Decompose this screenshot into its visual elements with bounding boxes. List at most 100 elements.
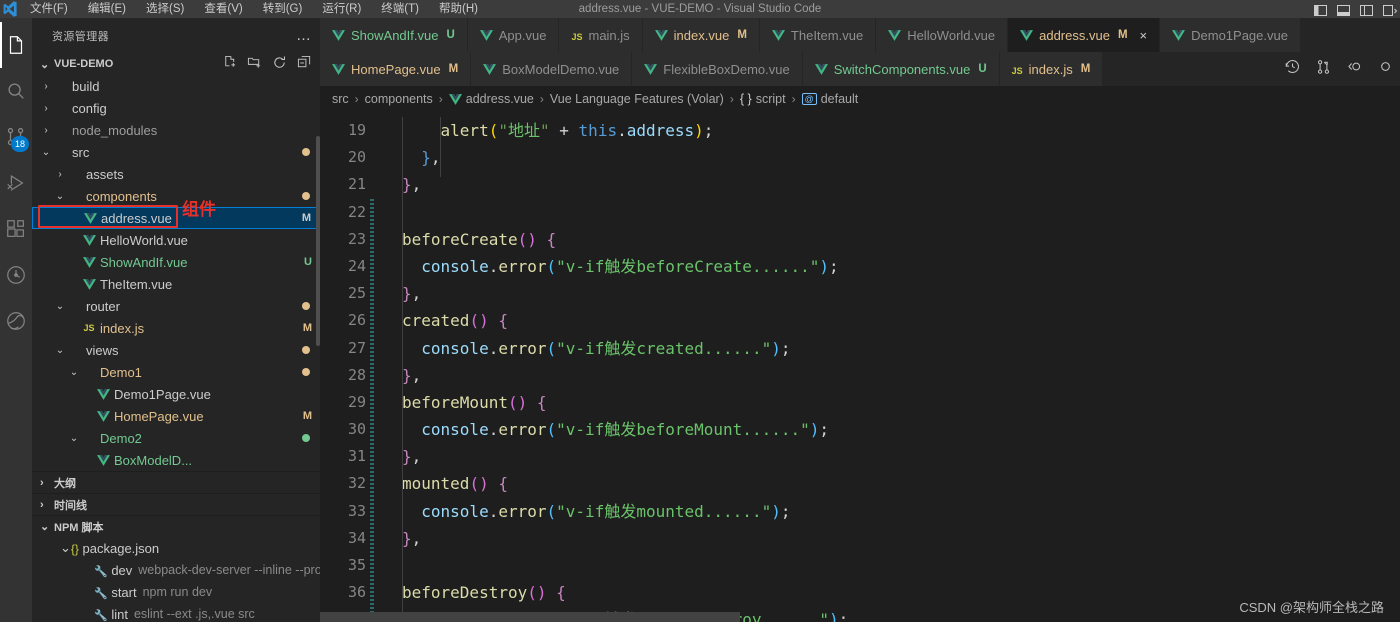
breadcrumb-item-2[interactable]: address.vue: [448, 92, 534, 106]
breadcrumb-item-1[interactable]: components: [365, 92, 433, 106]
tree-item-build[interactable]: › build: [32, 75, 320, 97]
tab-theitem-vue[interactable]: TheItem.vue: [759, 18, 877, 52]
explorer-more-icon[interactable]: …: [296, 27, 312, 44]
tree-item-assets[interactable]: › assets: [32, 163, 320, 185]
tree-item-boxmodeld[interactable]: BoxModelD...: [32, 449, 320, 471]
new-folder-icon[interactable]: [247, 55, 262, 73]
breadcrumb-item-4[interactable]: { } script: [740, 92, 786, 106]
tab-row-2[interactable]: HomePage.vue M BoxModelDemo.vue FlexibleBox…: [320, 52, 1400, 86]
tree-item-helloworld-vue[interactable]: HelloWorld.vue: [32, 229, 320, 251]
tree-item-address-vue[interactable]: address.vue M: [32, 207, 320, 229]
collapse-all-icon[interactable]: [297, 55, 312, 73]
tree-item-demo1[interactable]: ⌄ Demo1: [32, 361, 320, 383]
tree-item-node-modules[interactable]: › node_modules: [32, 119, 320, 141]
code-line[interactable]: console.error("v-if触发beforeCreate......"…: [402, 253, 1400, 280]
npm-package-json[interactable]: ⌄{} package.json: [32, 537, 320, 559]
menu-view[interactable]: 查看(V): [194, 0, 252, 18]
code-line[interactable]: },: [402, 144, 1400, 171]
activity-browser[interactable]: [0, 298, 32, 344]
tree-item-theitem-vue[interactable]: TheItem.vue: [32, 273, 320, 295]
tree-item-components[interactable]: ⌄ components: [32, 185, 320, 207]
activity-extensions[interactable]: [0, 206, 32, 252]
tree-item-demo2[interactable]: ⌄ Demo2: [32, 427, 320, 449]
horizontal-scrollbar[interactable]: [320, 612, 740, 622]
code-line[interactable]: },: [402, 280, 1400, 307]
tab-app-vue[interactable]: App.vue: [467, 18, 560, 52]
code-line[interactable]: console.error("v-if触发beforeMount......")…: [402, 416, 1400, 443]
code-line[interactable]: beforeDestroy() {: [402, 579, 1400, 606]
tab-boxmodeldemo-vue[interactable]: BoxModelDemo.vue: [471, 52, 633, 86]
code-line[interactable]: },: [402, 525, 1400, 552]
code-line[interactable]: alert("地址" + this.address);: [402, 117, 1400, 144]
code-line[interactable]: [402, 199, 1400, 226]
history-icon[interactable]: [1284, 58, 1301, 80]
code-editor[interactable]: 19202122232425262728293031323334353637 a…: [320, 112, 1400, 622]
menu-run[interactable]: 运行(R): [312, 0, 371, 18]
panel-header-1[interactable]: › 时间线: [32, 493, 320, 515]
tree-item-showandif-vue[interactable]: ShowAndIf.vue U: [32, 251, 320, 273]
code-line[interactable]: beforeMount() {: [402, 389, 1400, 416]
layout-editor-icon[interactable]: [1360, 3, 1373, 16]
tab-index-js[interactable]: JS index.js M: [999, 52, 1104, 86]
tree-item-demo1page-vue[interactable]: Demo1Page.vue: [32, 383, 320, 405]
activity-source-control[interactable]: 18: [0, 114, 32, 160]
layout-sidebar-icon[interactable]: [1337, 3, 1350, 16]
more-actions-icon[interactable]: [1377, 58, 1394, 80]
code-line[interactable]: mounted() {: [402, 470, 1400, 497]
menu-edit[interactable]: 编辑(E): [78, 0, 136, 18]
tree-item-config[interactable]: › config: [32, 97, 320, 119]
tree-item-views[interactable]: ⌄ views: [32, 339, 320, 361]
panel-header-0[interactable]: › 大纲: [32, 471, 320, 493]
breadcrumb-item-5[interactable]: @ default: [801, 92, 858, 106]
menu-file[interactable]: 文件(F): [20, 0, 78, 18]
menu-select[interactable]: 选择(S): [136, 0, 194, 18]
project-root-header[interactable]: ⌄ VUE-DEMO: [32, 53, 320, 75]
menu-terminal[interactable]: 终端(T): [371, 0, 429, 18]
code-line[interactable]: },: [402, 443, 1400, 470]
tab-switchcomponents-vue[interactable]: SwitchComponents.vue U: [802, 52, 1000, 86]
fold-column[interactable]: [386, 112, 402, 622]
menu-bar[interactable]: 文件(F) 编辑(E) 选择(S) 查看(V) 转到(G) 运行(R) 终端(T…: [20, 0, 488, 18]
tree-item-src[interactable]: ⌄ src: [32, 141, 320, 163]
layout-panel-icon[interactable]: [1314, 3, 1327, 16]
code-line[interactable]: [402, 552, 1400, 579]
breadcrumb[interactable]: src › components › address.vue › Vue Language …: [320, 86, 1400, 112]
tab-index-vue[interactable]: index.vue M: [642, 18, 760, 52]
activity-run-debug[interactable]: [0, 160, 32, 206]
code-line[interactable]: },: [402, 362, 1400, 389]
code-content[interactable]: alert("地址" + this.address); },}, beforeC…: [402, 112, 1400, 622]
npm-script-dev[interactable]: 🔧 dev webpack-dev-server --inline --pro..…: [32, 559, 320, 581]
code-line[interactable]: created() {: [402, 307, 1400, 334]
tree-item-homepage-vue[interactable]: HomePage.vue M: [32, 405, 320, 427]
panel-header-2[interactable]: ⌄ NPM 脚本: [32, 515, 320, 537]
tab-address-vue[interactable]: address.vue M ×: [1008, 18, 1161, 52]
tab-showandif-vue[interactable]: ShowAndIf.vue U: [320, 18, 468, 52]
refresh-icon[interactable]: [272, 55, 287, 73]
file-tree[interactable]: › build › config › node_modules ⌄ src › assets ⌄ co…: [32, 75, 320, 471]
tree-item-router[interactable]: ⌄ router: [32, 295, 320, 317]
npm-script-start[interactable]: 🔧 start npm run dev: [32, 581, 320, 603]
editor-actions[interactable]: [1272, 52, 1394, 86]
activity-search[interactable]: [0, 68, 32, 114]
code-line[interactable]: },: [402, 171, 1400, 198]
breadcrumb-item-0[interactable]: src: [332, 92, 349, 106]
tree-item-index-js[interactable]: JS index.js M: [32, 317, 320, 339]
customize-layout-icon[interactable]: [1383, 3, 1398, 16]
activity-timeline[interactable]: [0, 252, 32, 298]
code-line[interactable]: console.error("v-if触发created......");: [402, 335, 1400, 362]
tab-row-1[interactable]: ShowAndIf.vue U App.vue JS main.js index.vue M…: [320, 18, 1400, 52]
tab-homepage-vue[interactable]: HomePage.vue M: [320, 52, 472, 86]
menu-help[interactable]: 帮助(H): [429, 0, 488, 18]
tab-main-js[interactable]: JS main.js: [559, 18, 643, 52]
new-file-icon[interactable]: [222, 55, 237, 73]
tab-close-icon[interactable]: ×: [1140, 28, 1148, 43]
tab-helloworld-vue[interactable]: HelloWorld.vue: [876, 18, 1009, 52]
activity-explorer[interactable]: [0, 22, 32, 68]
compare-icon[interactable]: [1315, 58, 1332, 80]
tab-flexibleboxdemo-vue[interactable]: FlexibleBoxDemo.vue: [632, 52, 803, 86]
code-line[interactable]: beforeCreate() {: [402, 226, 1400, 253]
explorer-actions[interactable]: [222, 55, 312, 73]
split-editor-icon[interactable]: [1346, 58, 1363, 80]
menu-go[interactable]: 转到(G): [253, 0, 313, 18]
layout-controls[interactable]: [1314, 0, 1398, 18]
